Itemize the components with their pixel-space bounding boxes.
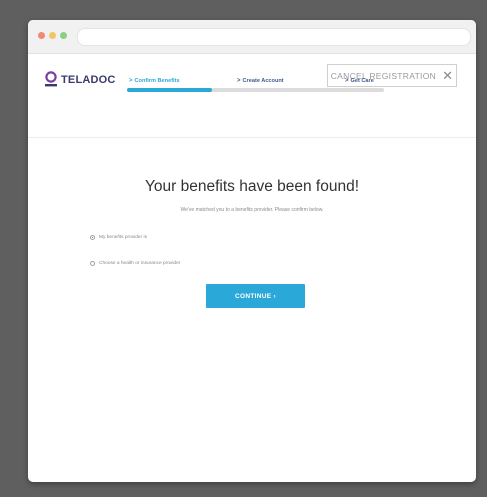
progress-bar-fill [127, 88, 212, 92]
step-create-account[interactable]: > Create Account [237, 78, 284, 84]
header-divider [28, 137, 476, 138]
brand-name: TELADOC [61, 74, 116, 86]
option-my-benefits-provider[interactable]: My benefits provider is [90, 232, 147, 242]
radio-button[interactable] [90, 234, 95, 240]
radio-button[interactable] [90, 260, 95, 266]
close-window-button[interactable] [38, 32, 45, 39]
minimize-window-button[interactable] [49, 32, 56, 39]
continue-button[interactable]: CONTINUE › [206, 284, 305, 308]
option-label: Choose a health or insurance provider [99, 260, 181, 266]
registration-steps: > Confirm Benefits > Create Account > Get C… [127, 78, 384, 98]
chevron-right-icon: > [237, 78, 241, 84]
page-title: Your benefits have been found! [144, 178, 360, 195]
step-get-care[interactable]: > Get Care [345, 78, 374, 84]
option-label: My benefits provider is [99, 234, 147, 240]
page-subtitle: We've matched you to a benefits provider… [180, 207, 324, 213]
step-confirm-benefits[interactable]: > Confirm Benefits [129, 78, 180, 84]
chevron-right-icon: > [129, 78, 133, 84]
maximize-window-button[interactable] [60, 32, 67, 39]
address-bar[interactable] [77, 28, 471, 46]
browser-window: TELADOC CANCEL REGISTRATION ✕ > Confirm B… [28, 20, 476, 482]
close-icon: ✕ [442, 68, 454, 83]
progress-bar [127, 88, 384, 92]
browser-titlebar [28, 20, 476, 54]
chevron-right-icon: > [345, 78, 349, 84]
option-choose-provider[interactable]: Choose a health or insurance provider [90, 258, 180, 268]
teladoc-logo-icon [45, 71, 57, 87]
